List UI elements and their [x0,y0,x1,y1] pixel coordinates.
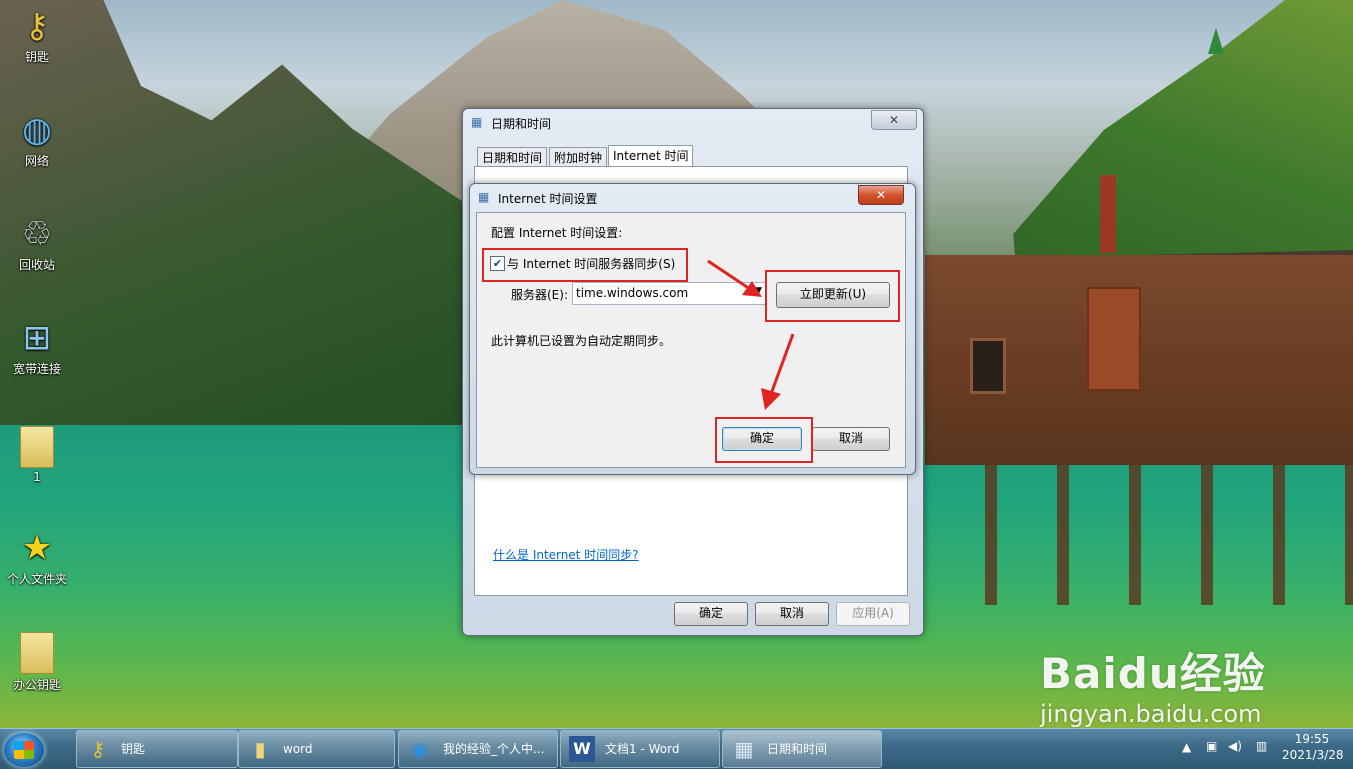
wallpaper-house-shutter [1087,287,1141,391]
desktop-icon-keys[interactable]: ⚷ 钥匙 [2,6,72,65]
arrow-to-ok-icon [761,333,795,410]
internet-time-title: Internet 时间设置 [498,192,598,206]
taskbar-item-label: 日期和时间 [767,742,828,756]
network-globe-icon: ◍ [22,110,52,150]
word-icon: W [569,736,595,762]
desktop-icon-personal-folder[interactable]: ★ 个人文件夹 [2,528,72,587]
desktop-icon-broadband[interactable]: ⊞ 宽带连接 [2,318,72,377]
desktop-icon-label: 网络 [24,154,49,168]
config-label: 配置 Internet 时间设置: [491,226,623,240]
desktop-icon-label: 回收站 [18,258,55,272]
folder-icon [20,632,54,674]
browser-icon: ◉ [411,737,429,761]
cancel-button[interactable]: 取消 [812,427,890,451]
wallpaper-house-stilts [925,465,1353,605]
internet-time-close-button[interactable]: ✕ [858,185,904,205]
tab-date-time[interactable]: 日期和时间 [477,147,548,168]
bg-cancel-button[interactable]: 取消 [755,602,829,626]
folder-icon [20,426,54,468]
server-value: time.windows.com [576,286,689,300]
baidu-watermark-logo: Baidu经验 [1040,649,1266,698]
bg-ok-button[interactable]: 确定 [674,602,748,626]
volume-icon[interactable]: ◀) [1228,739,1242,753]
wallpaper-house-window [970,338,1006,394]
what-is-internet-time-sync-link[interactable]: 什么是 Internet 时间同步? [493,546,639,563]
desktop-icon-recycle-bin[interactable]: ♲ 回收站 [2,214,72,273]
server-label: 服务器(E): [511,288,568,302]
broadband-connection-icon: ⊞ [22,318,52,358]
taskbar-clock[interactable]: 19:55 2021/3/28 [1282,731,1344,763]
arrow-to-update-icon [707,259,762,297]
recycle-bin-icon: ♲ [21,214,53,254]
taskbar-item-label: 钥匙 [121,742,146,756]
taskbar-item-label: 文档1 - Word [605,742,680,756]
windows-logo-icon [14,741,34,759]
calendar-clock-icon: ▦ [478,190,490,204]
taskbar-item-browser[interactable]: ◉ 我的经验_个人中... [398,730,558,768]
calendar-clock-icon: ▦ [734,737,754,761]
calendar-clock-icon: ▦ [471,115,483,129]
date-time-titlebar[interactable]: ▦ 日期和时间 ✕ [463,109,923,135]
network-tray-icon[interactable]: ▥ [1256,739,1267,753]
desktop-icon-label: 1 [33,470,41,484]
baidu-watermark-url: jingyan.baidu.com [1040,700,1262,728]
highlight-box-ok-button [715,417,813,463]
star-icon: ★ [21,528,53,568]
taskbar-item-word-doc[interactable]: W 文档1 - Word [560,730,720,768]
taskbar-item-word-folder[interactable]: ▮ word [238,730,395,768]
taskbar-item-date-time[interactable]: ▦ 日期和时间 [722,730,882,768]
desktop-icon-label: 个人文件夹 [6,572,67,586]
highlight-box-sync-checkbox [482,248,688,282]
highlight-box-update-button [765,270,900,322]
bg-apply-button: 应用(A) [836,602,910,626]
desktop-icon-network[interactable]: ◍ 网络 [2,110,72,169]
tree-ornament-icon [1208,28,1224,54]
date-time-close-button[interactable]: ✕ [871,110,917,130]
sync-status-text: 此计算机已设置为自动定期同步。 [491,334,672,348]
tab-internet-time[interactable]: Internet 时间 [608,145,694,168]
desktop-icon-office-keys[interactable]: 办公钥匙 [2,632,72,693]
key-icon: ⚷ [24,6,50,46]
internet-time-titlebar[interactable]: ▦ Internet 时间设置 ✕ [470,184,915,210]
key-icon: ⚷ [90,737,106,761]
folder-icon: ▮ [254,737,266,761]
desktop-icon-folder-1[interactable]: 1 [2,426,72,484]
taskbar-item-keys[interactable]: ⚷ 钥匙 [76,730,238,768]
tray-device-icon[interactable]: ▣ [1206,739,1217,753]
desktop-icon-label: 办公钥匙 [12,678,61,692]
date-time-title: 日期和时间 [491,117,552,131]
wallpaper-chimney [1100,175,1116,253]
clock-date: 2021/3/28 [1282,748,1344,762]
tab-additional-clocks[interactable]: 附加时钟 [549,147,608,168]
desktop-icon-label: 宽带连接 [12,362,61,376]
tray-expand-icon[interactable]: ▲ [1182,740,1191,754]
taskbar-item-label: word [283,742,313,756]
clock-time: 19:55 [1294,732,1330,746]
taskbar-item-label: 我的经验_个人中... [443,742,545,756]
desktop-icon-label: 钥匙 [24,50,49,64]
